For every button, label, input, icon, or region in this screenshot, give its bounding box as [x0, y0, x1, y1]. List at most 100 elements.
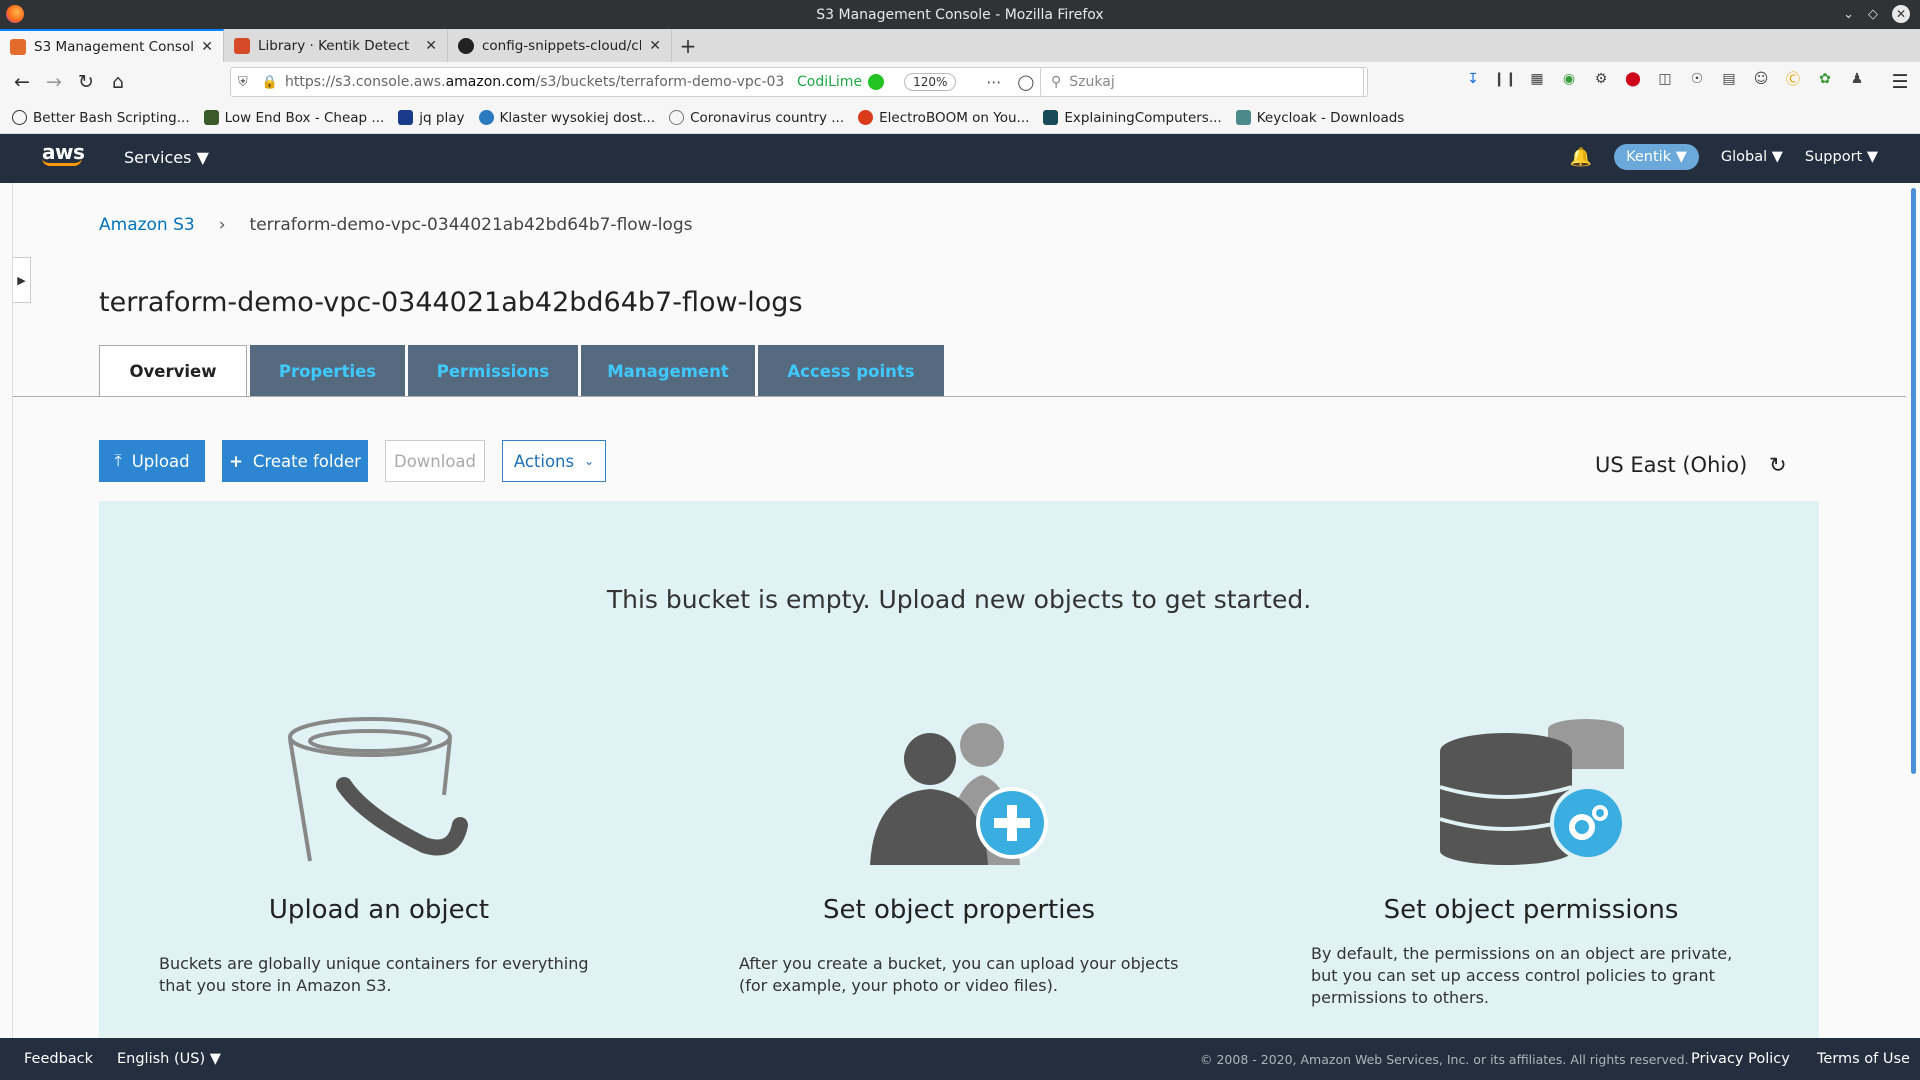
card-description: After you create a bucket, you can uploa…: [739, 954, 1179, 995]
minimize-icon[interactable]: ⌄: [1843, 7, 1854, 22]
global-menu[interactable]: Global ▼: [1721, 149, 1783, 165]
breadcrumb-current: terraform-demo-vpc-0344021ab42bd64b7-flo…: [249, 215, 693, 235]
sidebar-toggle-icon[interactable]: ▶: [13, 257, 31, 303]
download-label: Download: [393, 451, 477, 471]
jq-icon: [398, 110, 414, 125]
close-tab-icon[interactable]: ✕: [201, 39, 213, 55]
services-menu[interactable]: Services ▼: [124, 148, 209, 167]
pocket-icon[interactable]: ◯: [1017, 73, 1034, 91]
new-tab-button[interactable]: +: [672, 29, 704, 62]
extension-gear-icon[interactable]: ⚙: [1592, 70, 1610, 88]
tab-access-points[interactable]: Access points: [758, 345, 944, 397]
download-button[interactable]: Download: [385, 440, 485, 482]
extension-leaf-icon[interactable]: ✿: [1816, 70, 1834, 88]
bookmark-item[interactable]: ExplainingComputers...: [1043, 110, 1222, 126]
grid-icon[interactable]: ▦: [1528, 70, 1546, 88]
extension-globe-icon[interactable]: ◉: [1560, 70, 1578, 88]
database-gear-icon: [1439, 719, 1626, 865]
extension-c-icon[interactable]: Ⓒ: [1784, 70, 1802, 88]
adblock-icon[interactable]: ⬤: [1624, 70, 1642, 88]
bell-icon[interactable]: 🔔: [1570, 147, 1592, 168]
plus-icon: +: [229, 451, 243, 471]
account-icon[interactable]: ☺: [1752, 70, 1770, 88]
close-window-icon[interactable]: ✕: [1892, 5, 1910, 23]
browser-tab-s3[interactable]: S3 Management Console ✕: [0, 29, 224, 62]
lowendbox-icon: [203, 110, 219, 125]
account-menu[interactable]: Kentik ▼: [1614, 144, 1699, 170]
bookmark-item[interactable]: Low End Box - Cheap ...: [203, 110, 384, 126]
upload-label: Upload: [131, 451, 190, 471]
chevron-down-icon: ⌄: [584, 454, 595, 468]
aws-logo-text: aws: [42, 140, 85, 164]
tab-label: S3 Management Console: [34, 38, 194, 55]
aws-favicon-icon: [10, 38, 26, 55]
library-icon[interactable]: ❙❙: [1493, 70, 1516, 88]
bookmark-item[interactable]: Better Bash Scripting...: [12, 110, 190, 126]
bookmark-item[interactable]: ElectroBOOM on You...: [858, 110, 1029, 126]
firefox-icon: [6, 5, 24, 23]
upload-button[interactable]: ⤒ Upload: [99, 440, 205, 482]
url-text[interactable]: https://s3.console.aws.amazon.com/s3/buc…: [285, 74, 785, 90]
terms-of-use-link[interactable]: Terms of Use: [1817, 1051, 1910, 1067]
extension-person-icon[interactable]: ♟: [1848, 70, 1866, 88]
close-tab-icon[interactable]: ✕: [425, 38, 437, 54]
support-menu[interactable]: Support ▼: [1805, 149, 1878, 165]
create-folder-button[interactable]: + Create folder: [222, 440, 368, 482]
empty-message: This bucket is empty. Upload new objects…: [606, 585, 1312, 614]
actions-label: Actions: [513, 451, 575, 471]
reload-icon[interactable]: ↻: [70, 66, 102, 98]
main-content: ▶ Amazon S3 › terraform-demo-vpc-0344021…: [12, 183, 1906, 1041]
shield-icon[interactable]: ⛨: [238, 75, 248, 90]
tab-permissions[interactable]: Permissions: [408, 345, 578, 397]
language-selector[interactable]: English (US) ▼: [117, 1051, 221, 1067]
card-object-properties: Set object properties After you create a…: [679, 715, 1239, 997]
bookmark-item[interactable]: Klaster wysokiej dost...: [478, 110, 655, 126]
bucket-tabs: Overview Properties Permissions Manageme…: [99, 345, 944, 397]
aws-footer: Feedback English (US) ▼ © 2008 - 2020, A…: [0, 1038, 1920, 1080]
bookmark-item[interactable]: Coronavirus country ...: [669, 110, 844, 126]
close-tab-icon[interactable]: ✕: [649, 38, 661, 54]
action-bar: ⤒ Upload + Create folder Download Action…: [99, 440, 606, 482]
actions-dropdown[interactable]: Actions ⌄: [502, 440, 606, 482]
browser-tab-kentik[interactable]: Library · Kentik Detect ✕: [224, 29, 448, 62]
search-icon: ⚲: [1051, 74, 1062, 90]
window-controls: ⌄ ◇ ✕: [1843, 5, 1910, 23]
copyright-text: © 2008 - 2020, Amazon Web Services, Inc.…: [1200, 1051, 1689, 1067]
card-description: By default, the permissions on an object…: [1311, 944, 1733, 1007]
menu-icon[interactable]: ☰: [1884, 66, 1916, 98]
breadcrumb-amazon-s3[interactable]: Amazon S3: [99, 215, 195, 235]
translate-icon[interactable]: ▤: [1720, 70, 1738, 88]
extension-spiral-icon[interactable]: ☉: [1688, 70, 1706, 88]
bookmark-item[interactable]: jq play: [398, 110, 465, 126]
bookmark-label: Coronavirus country ...: [690, 109, 845, 126]
home-icon[interactable]: ⌂: [102, 66, 134, 98]
aws-logo[interactable]: aws: [42, 140, 86, 176]
kentik-favicon-icon: [234, 37, 250, 54]
card-title: Set object properties: [822, 895, 1096, 925]
page-actions-icon[interactable]: ⋯: [986, 73, 1001, 91]
empty-bucket-panel: This bucket is empty. Upload new objects…: [99, 501, 1819, 1041]
tab-management[interactable]: Management: [581, 345, 755, 397]
download-icon[interactable]: ↧: [1464, 70, 1482, 88]
search-placeholder: Szukaj: [1069, 74, 1115, 90]
refresh-icon[interactable]: ↻: [1769, 453, 1787, 477]
bookmark-item[interactable]: Keycloak - Downloads: [1235, 110, 1404, 126]
tab-properties[interactable]: Properties: [250, 345, 405, 397]
back-icon[interactable]: ←: [6, 66, 38, 98]
tab-overview[interactable]: Overview: [99, 345, 247, 397]
zoom-level[interactable]: 120%: [904, 73, 957, 91]
status-dot-icon: [868, 74, 885, 90]
codilime-indicator[interactable]: CodiLime: [797, 74, 885, 90]
lock-icon[interactable]: 🔒: [262, 75, 278, 90]
breadcrumb: Amazon S3 › terraform-demo-vpc-0344021ab…: [99, 215, 693, 235]
extensions-toolbar: ↧ ❙❙ ▦ ◉ ⚙ ⬤ ◫ ☉ ▤ ☺ Ⓒ ✿ ♟: [1464, 70, 1866, 88]
search-input[interactable]: ⚲ Szukaj: [1040, 67, 1364, 97]
browser-tab-github[interactable]: config-snippets-cloud/clou ✕: [448, 29, 672, 62]
privacy-policy-link[interactable]: Privacy Policy: [1691, 1051, 1790, 1067]
forward-icon[interactable]: →: [38, 66, 70, 98]
maximize-icon[interactable]: ◇: [1868, 7, 1878, 22]
url-suffix: /s3/buckets/terraform-demo-vpc-0344: [535, 74, 786, 90]
scrollbar[interactable]: [1911, 188, 1916, 774]
feedback-link[interactable]: Feedback: [24, 1051, 93, 1067]
sidebar-icon[interactable]: ◫: [1656, 70, 1674, 88]
